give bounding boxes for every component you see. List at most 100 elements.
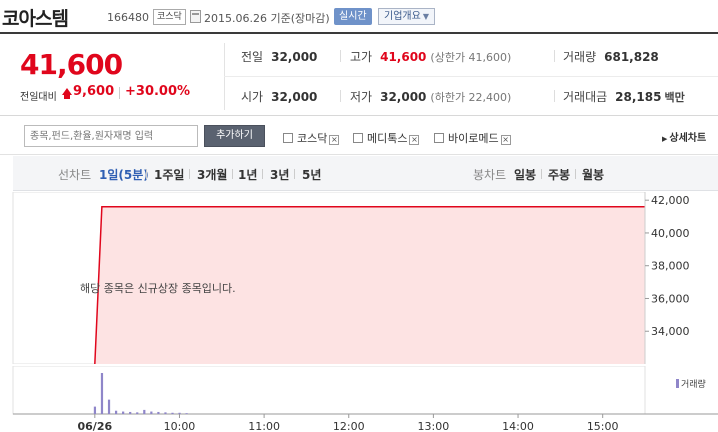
- new-listing-notice: 해당 종목은 신규상장 종목입니다.: [80, 282, 236, 295]
- low-label: 저가: [350, 90, 373, 104]
- checkbox[interactable]: [434, 133, 444, 143]
- x-tick-label: 10:00: [164, 420, 196, 432]
- line-chart-label: 선차트: [58, 168, 92, 182]
- triangle-right-icon: ▶: [662, 135, 668, 143]
- y-tick-label: 36,000: [651, 292, 690, 305]
- price-summary: 41,600 전일대비 9,600 +30.00% 전일 32,000 고가 41,…: [0, 35, 718, 116]
- volume-bar: [143, 409, 146, 414]
- compare-check-label: 코스닥: [297, 132, 328, 145]
- price-change: 9,600: [73, 84, 115, 99]
- volume-bar: [164, 412, 167, 414]
- compare-check-label: 메디톡스: [367, 132, 408, 145]
- volume-label: 거래량: [563, 50, 597, 64]
- y-tick-label: 34,000: [651, 325, 690, 338]
- candle-weekly[interactable]: 주봉: [548, 166, 570, 183]
- candle-chart-label: 봉차트: [473, 168, 507, 182]
- volume-bar: [100, 373, 104, 414]
- volume-chart: 06/26 10:00 11:00 12:00 13:00 14:00 15:00: [12, 366, 718, 432]
- checkbox[interactable]: [283, 133, 293, 143]
- up-arrow-icon: [62, 88, 72, 95]
- chevron-down-icon: ▼: [422, 12, 429, 21]
- low-price: 저가 32,000 (하한가 22,400): [350, 88, 511, 105]
- summary-row-divider: [224, 76, 718, 77]
- volume-bar: [114, 410, 118, 414]
- volume-bar: [178, 412, 181, 414]
- prev-close: 전일 32,000: [241, 48, 317, 65]
- candle-daily[interactable]: 일봉: [514, 166, 536, 183]
- stock-header: 코아스템 166480 코스닥 2015.06.26 기준(장마감) 실시간 기…: [0, 0, 718, 34]
- period-separator: [189, 169, 190, 179]
- period-1d[interactable]: 1일(5분): [99, 166, 149, 183]
- volume-swatch: [676, 379, 679, 388]
- company-info-label: 기업개요: [384, 11, 421, 22]
- open-label: 시가: [241, 90, 264, 104]
- high-value: 41,600: [380, 50, 427, 64]
- period-separator: [575, 169, 576, 179]
- compare-bar: 추가하기 코스닥× 메디톡스× 바이로메드× ▶상세차트: [0, 117, 718, 155]
- volume-bar: [136, 412, 139, 414]
- volume-bar: [122, 411, 125, 414]
- compare-check-kosdaq[interactable]: 코스닥 ×: [283, 130, 340, 146]
- candle-monthly[interactable]: 월봉: [582, 166, 604, 183]
- stock-code: 166480: [107, 11, 149, 24]
- prev-close-value: 32,000: [271, 50, 318, 64]
- close-icon[interactable]: ×: [409, 135, 420, 145]
- cell-separator: [340, 50, 341, 62]
- period-3y[interactable]: 3년: [270, 166, 289, 183]
- amount-value: 28,185: [615, 90, 662, 104]
- period-1y[interactable]: 1년: [238, 166, 257, 183]
- high-price: 고가 41,600 (상한가 41,600): [350, 48, 511, 65]
- trade-amount: 거래대금 28,185 백만: [563, 88, 685, 105]
- company-info-dropdown[interactable]: 기업개요 ▼: [378, 8, 435, 25]
- x-tick-label: 15:00: [587, 420, 619, 432]
- y-tick-label: 38,000: [651, 260, 690, 273]
- period-separator: [541, 169, 542, 179]
- volume-legend: 거래량: [676, 377, 706, 390]
- upper-limit: (상한가 41,600): [430, 51, 512, 64]
- amount-unit: 백만: [664, 91, 685, 104]
- period-separator: [232, 169, 233, 179]
- x-tick-label: 14:00: [502, 420, 534, 432]
- checkbox[interactable]: [353, 133, 363, 143]
- x-tick-label: 13:00: [418, 420, 450, 432]
- open-value: 32,000: [271, 90, 318, 104]
- volume-bar: [129, 411, 132, 414]
- y-tick-label: 40,000: [651, 227, 690, 240]
- high-label: 고가: [350, 50, 373, 64]
- compare-check-viromed[interactable]: 바이로메드 ×: [434, 130, 511, 146]
- detail-chart-link[interactable]: ▶ 상세차트: [662, 129, 706, 144]
- period-5y[interactable]: 5년: [302, 166, 321, 183]
- period-separator: [146, 169, 147, 179]
- compare-check-medytox[interactable]: 메디톡스 ×: [353, 130, 420, 146]
- volume-bar: [150, 411, 153, 414]
- open-price: 시가 32,000: [241, 88, 317, 105]
- volume-bar: [185, 413, 188, 414]
- change-separator: [119, 87, 120, 99]
- volume: 거래량 681,828: [563, 48, 659, 65]
- add-compare-button[interactable]: 추가하기: [204, 125, 265, 147]
- compare-check-label: 바이로메드: [448, 132, 499, 145]
- close-icon[interactable]: ×: [500, 135, 511, 145]
- period-3m[interactable]: 3개월: [197, 166, 227, 183]
- x-tick-label: 06/26: [78, 420, 113, 432]
- volume-plot-area: [12, 366, 646, 415]
- volume-bar: [171, 412, 174, 414]
- volume-value: 681,828: [604, 50, 659, 64]
- period-1w[interactable]: 1주일: [154, 166, 184, 183]
- prev-close-label: 전일: [241, 50, 264, 64]
- realtime-button[interactable]: 실시간: [334, 8, 372, 25]
- lower-limit: (하한가 22,400): [430, 91, 512, 104]
- y-tick-label: 42,000: [651, 194, 690, 207]
- current-price: 41,600: [20, 48, 123, 81]
- x-tick-label: 11:00: [248, 420, 280, 432]
- calendar-icon: [190, 10, 201, 23]
- stock-name: 코아스템: [2, 8, 69, 30]
- period-bar: 선차트 1일(5분) 1주일 3개월 1년 3년 5년 봉차트 일봉 주봉 월봉: [13, 156, 718, 191]
- cell-separator: [554, 90, 555, 102]
- cell-separator: [340, 90, 341, 102]
- detail-chart-label: 상세차트: [669, 133, 707, 144]
- close-icon[interactable]: ×: [329, 135, 340, 145]
- compare-search-input[interactable]: [24, 125, 198, 147]
- amount-label: 거래대금: [563, 90, 608, 104]
- x-tick-label: 12:00: [333, 420, 365, 432]
